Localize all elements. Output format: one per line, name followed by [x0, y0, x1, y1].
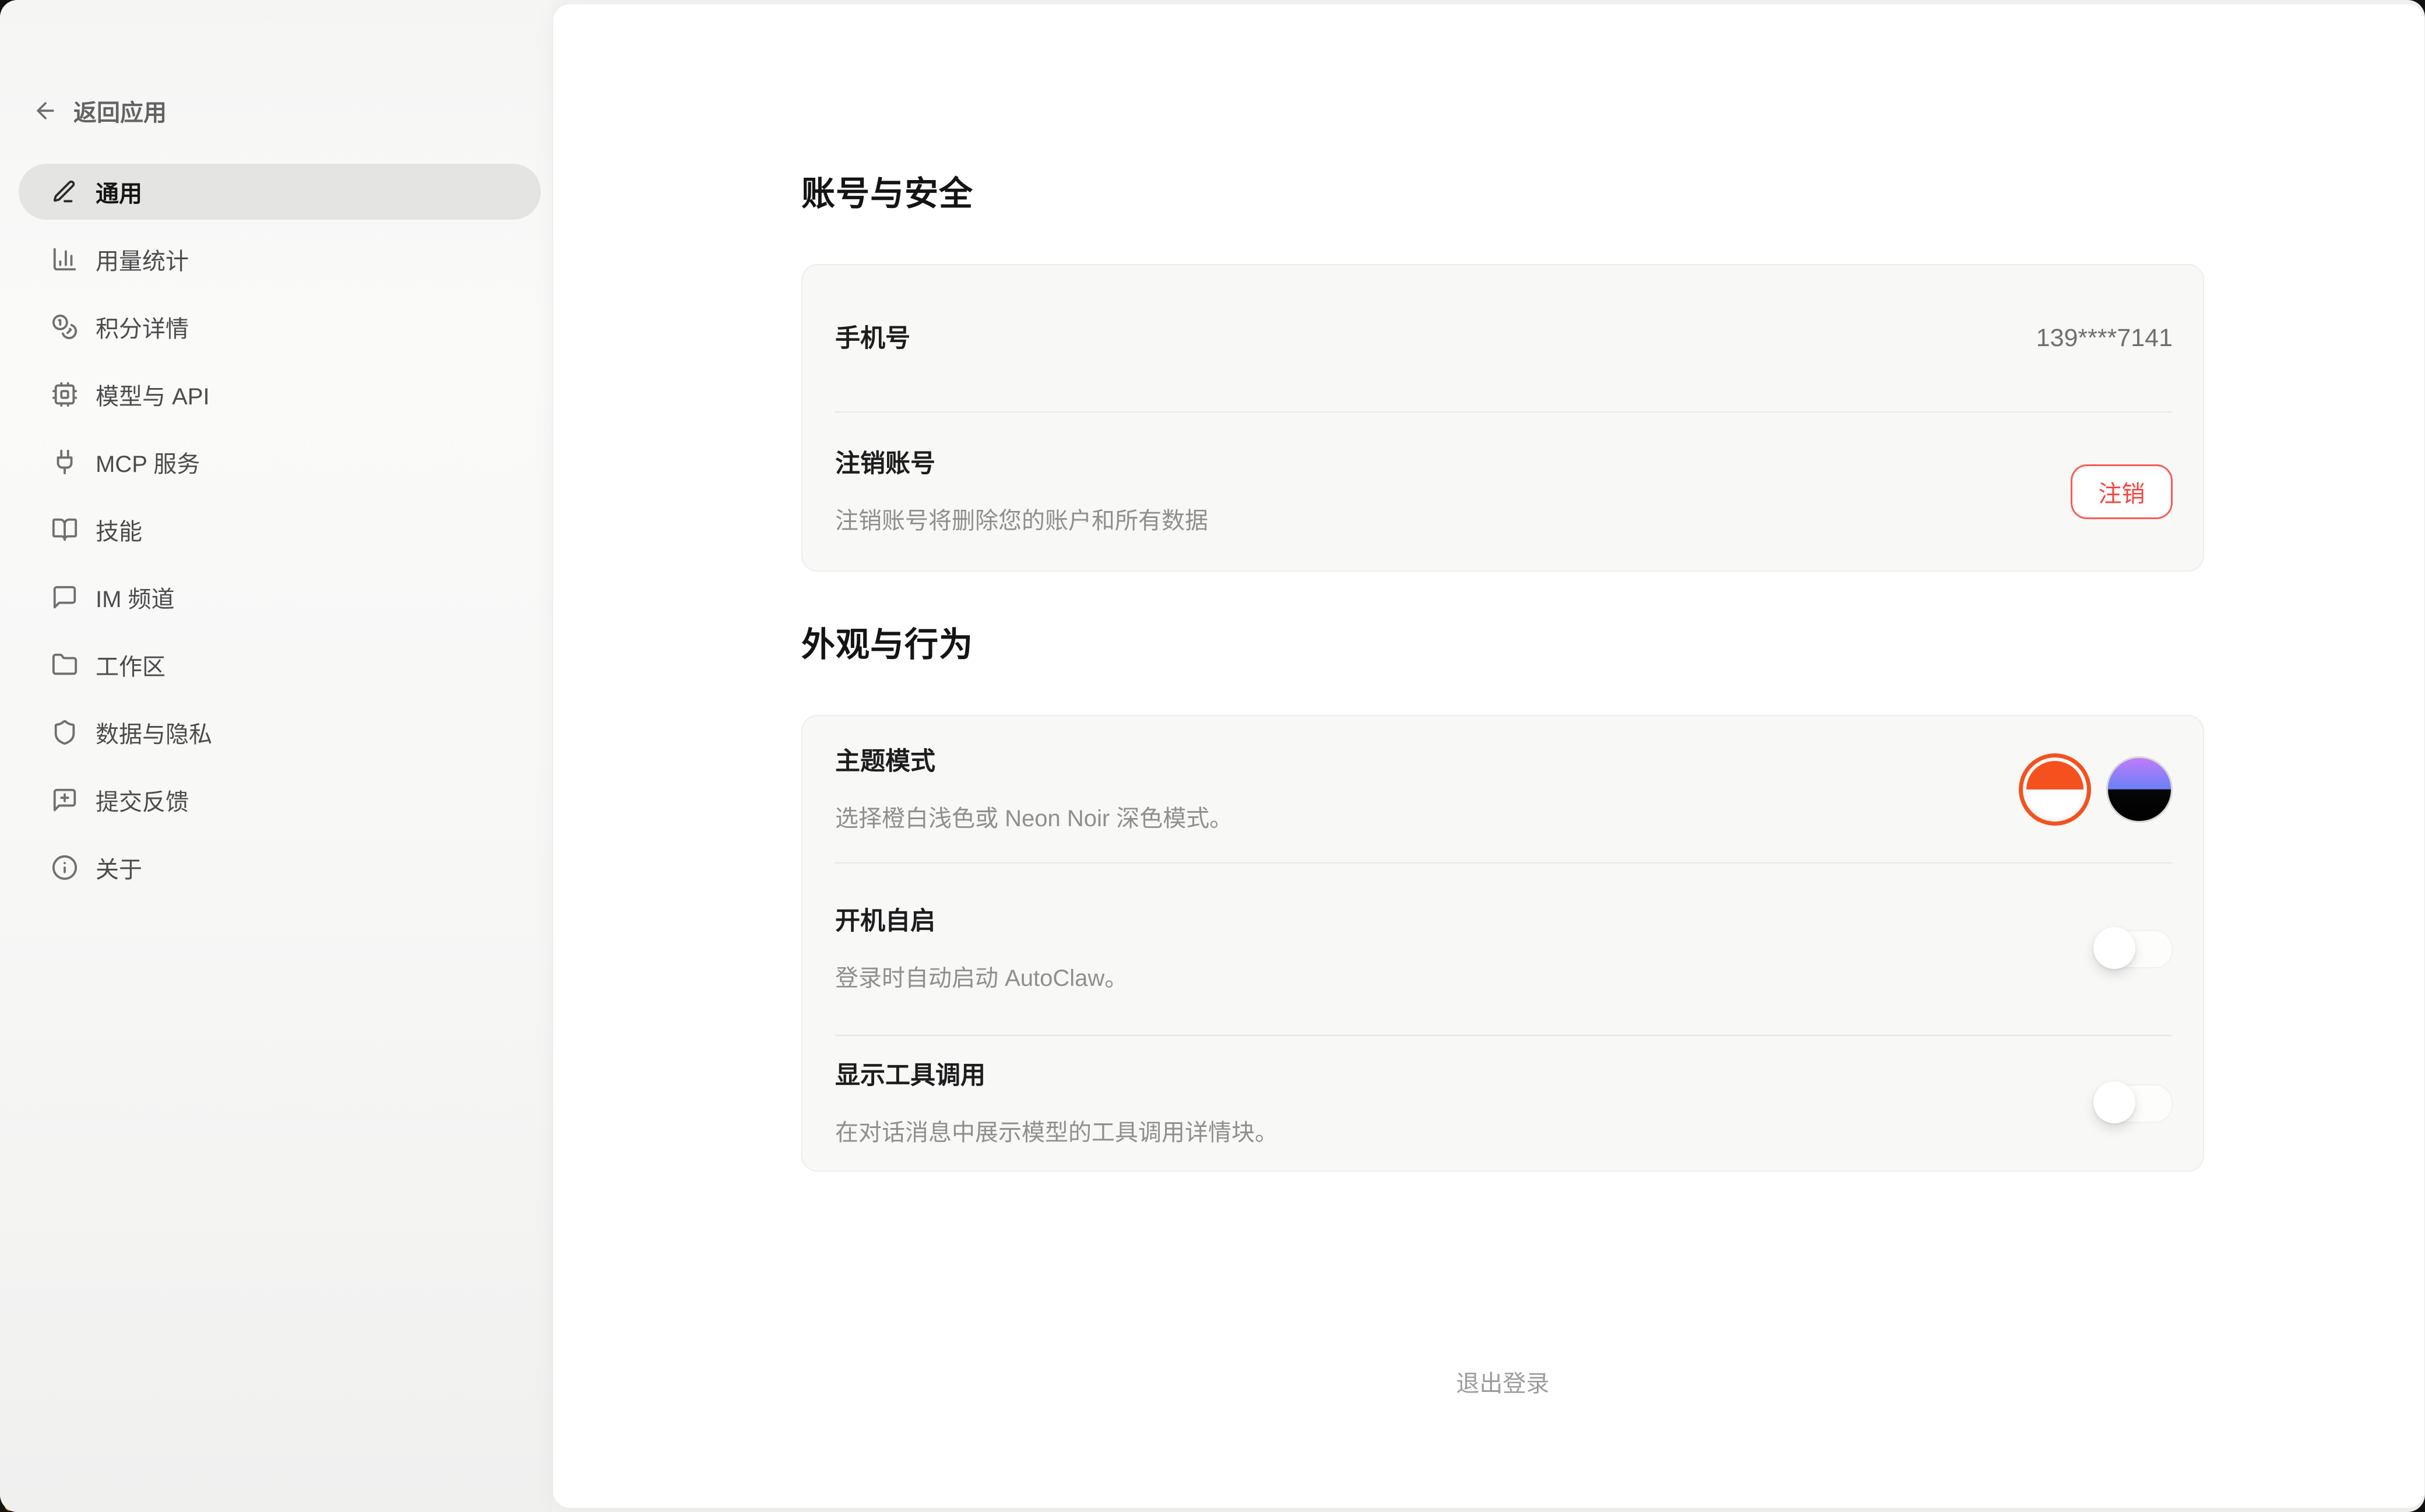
book-open-icon: [51, 516, 78, 543]
deactivate-account-text: 注销账号 注销账号将删除您的账户和所有数据: [835, 447, 1208, 537]
tool-calls-text: 显示工具调用 在对话消息中展示模型的工具调用详情块。: [835, 1059, 1278, 1148]
sidebar-item-label: 提交反馈: [96, 783, 189, 817]
tool-calls-label: 显示工具调用: [835, 1059, 1278, 1092]
sidebar-item-label: MCP 服务: [96, 445, 200, 479]
phone-label: 手机号: [835, 322, 910, 355]
sidebar-item-label: IM 频道: [96, 580, 175, 614]
autostart-text: 开机自启 登录时自动启动 AutoClaw。: [835, 904, 1128, 994]
back-to-app-button[interactable]: 返回应用: [33, 92, 167, 129]
appearance-card: 主题模式 选择橙白浅色或 Neon Noir 深色模式。 开机自启 登录时自动启…: [801, 715, 2204, 1172]
settings-window: 返回应用 通用用量统计积分详情模型与 API MCP 服务技能 IM 频道工作区数据…: [0, 0, 2425, 1512]
sidebar-item-data-privacy[interactable]: 数据与隐私: [19, 704, 541, 760]
arrow-left-icon: [33, 98, 58, 124]
deactivate-account-label: 注销账号: [835, 447, 1208, 481]
coins-icon: [51, 313, 78, 340]
theme-light-swatch[interactable]: [2019, 753, 2091, 826]
toggle-knob: [2093, 1081, 2135, 1123]
appearance-behavior-title: 外观与行为: [801, 572, 2204, 664]
tool-calls-row: 显示工具调用 在对话消息中展示模型的工具调用详情块。: [803, 1036, 2203, 1171]
info-icon: [51, 854, 78, 881]
deactivate-account-row: 注销账号 注销账号将删除您的账户和所有数据 注销: [803, 413, 2203, 570]
logout-area: 退出登录: [801, 1364, 2204, 1399]
settings-panel: 账号与安全 手机号 139****7141 注销账号 注销账号将删除您的账户和所…: [552, 3, 2425, 1509]
deactivate-account-button[interactable]: 注销: [2071, 464, 2173, 519]
theme-swatches: [2019, 753, 2173, 826]
autostart-description: 登录时自动启动 AutoClaw。: [835, 963, 1128, 994]
sidebar-item-label: 模型与 API: [96, 378, 210, 411]
sidebar-item-workspace[interactable]: 工作区: [19, 637, 541, 693]
sidebar-item-im-channels[interactable]: IM 频道: [19, 569, 541, 625]
sidebar-item-label: 技能: [96, 513, 142, 547]
theme-mode-label: 主题模式: [835, 745, 1233, 778]
logout-button[interactable]: 退出登录: [1453, 1364, 1553, 1399]
theme-dark-swatch[interactable]: [2106, 756, 2173, 823]
deactivate-account-description: 注销账号将删除您的账户和所有数据: [835, 505, 1208, 537]
autostart-toggle[interactable]: [2096, 930, 2173, 968]
pencil-icon: [51, 178, 78, 205]
tool-calls-toggle[interactable]: [2096, 1084, 2173, 1123]
sidebar-nav: 通用用量统计积分详情模型与 API MCP 服务技能 IM 频道工作区数据与隐私提交…: [19, 164, 541, 907]
sidebar-item-mcp-services[interactable]: MCP 服务: [19, 434, 541, 490]
sidebar-item-credits[interactable]: 积分详情: [19, 299, 541, 355]
theme-mode-row: 主题模式 选择橙白浅色或 Neon Noir 深色模式。: [803, 716, 2203, 862]
sidebar-item-models-api[interactable]: 模型与 API: [19, 366, 541, 422]
shield-icon: [51, 719, 78, 746]
autostart-label: 开机自启: [835, 904, 1128, 938]
sidebar-item-label: 数据与隐私: [96, 716, 212, 749]
autostart-row: 开机自启 登录时自动启动 AutoClaw。: [803, 864, 2203, 1035]
account-security-title: 账号与安全: [801, 4, 2204, 213]
theme-mode-text: 主题模式 选择橙白浅色或 Neon Noir 深色模式。: [835, 745, 1233, 834]
message-square-icon: [51, 584, 78, 611]
sidebar-item-feedback[interactable]: 提交反馈: [19, 772, 541, 828]
message-square-plus-icon: [51, 787, 78, 813]
phone-value: 139****7141: [2036, 324, 2173, 353]
settings-sidebar: 返回应用 通用用量统计积分详情模型与 API MCP 服务技能 IM 频道工作区数据…: [0, 0, 552, 1512]
sidebar-item-label: 用量统计: [96, 242, 189, 276]
sidebar-item-about[interactable]: 关于: [19, 840, 541, 896]
sidebar-item-general[interactable]: 通用: [19, 164, 541, 220]
sidebar-item-skills[interactable]: 技能: [19, 502, 541, 558]
back-to-app-label: 返回应用: [73, 94, 167, 128]
sidebar-item-usage-stats[interactable]: 用量统计: [19, 231, 541, 287]
account-card: 手机号 139****7141 注销账号 注销账号将删除您的账户和所有数据 注销: [801, 264, 2204, 572]
sidebar-item-label: 工作区: [96, 648, 166, 682]
sidebar-item-label: 关于: [96, 851, 142, 884]
sidebar-item-label: 通用: [96, 175, 142, 209]
toggle-knob: [2093, 927, 2135, 969]
plug-icon: [51, 449, 78, 475]
cpu-icon: [51, 381, 78, 408]
tool-calls-description: 在对话消息中展示模型的工具调用详情块。: [835, 1117, 1278, 1148]
phone-row: 手机号 139****7141: [803, 265, 2203, 411]
folder-icon: [51, 651, 78, 678]
bar-chart-icon: [51, 246, 78, 273]
theme-mode-description: 选择橙白浅色或 Neon Noir 深色模式。: [835, 803, 1233, 834]
sidebar-item-label: 积分详情: [96, 310, 189, 344]
settings-content: 账号与安全 手机号 139****7141 注销账号 注销账号将删除您的账户和所…: [801, 4, 2204, 1399]
